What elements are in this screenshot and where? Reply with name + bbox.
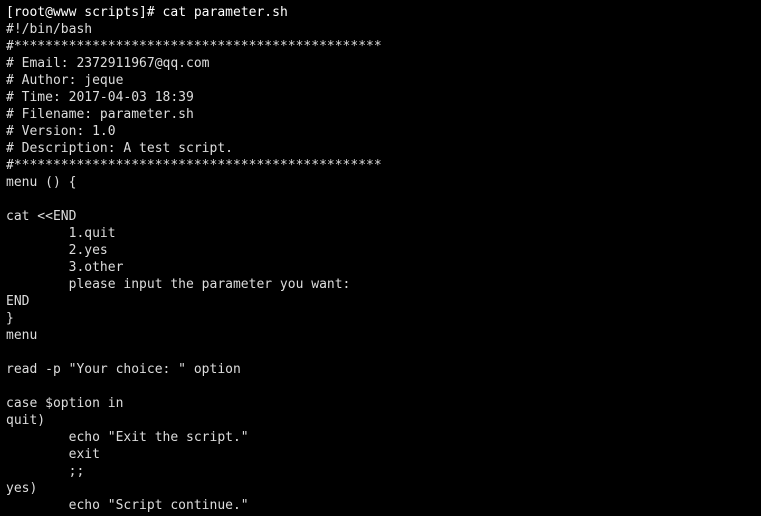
- shell-command: cat parameter.sh: [163, 5, 288, 20]
- file-contents: #!/bin/bash #***************************…: [6, 21, 755, 516]
- shell-prompt: [root@www scripts]#: [6, 5, 163, 20]
- terminal-window[interactable]: [root@www scripts]# cat parameter.sh #!/…: [0, 0, 761, 516]
